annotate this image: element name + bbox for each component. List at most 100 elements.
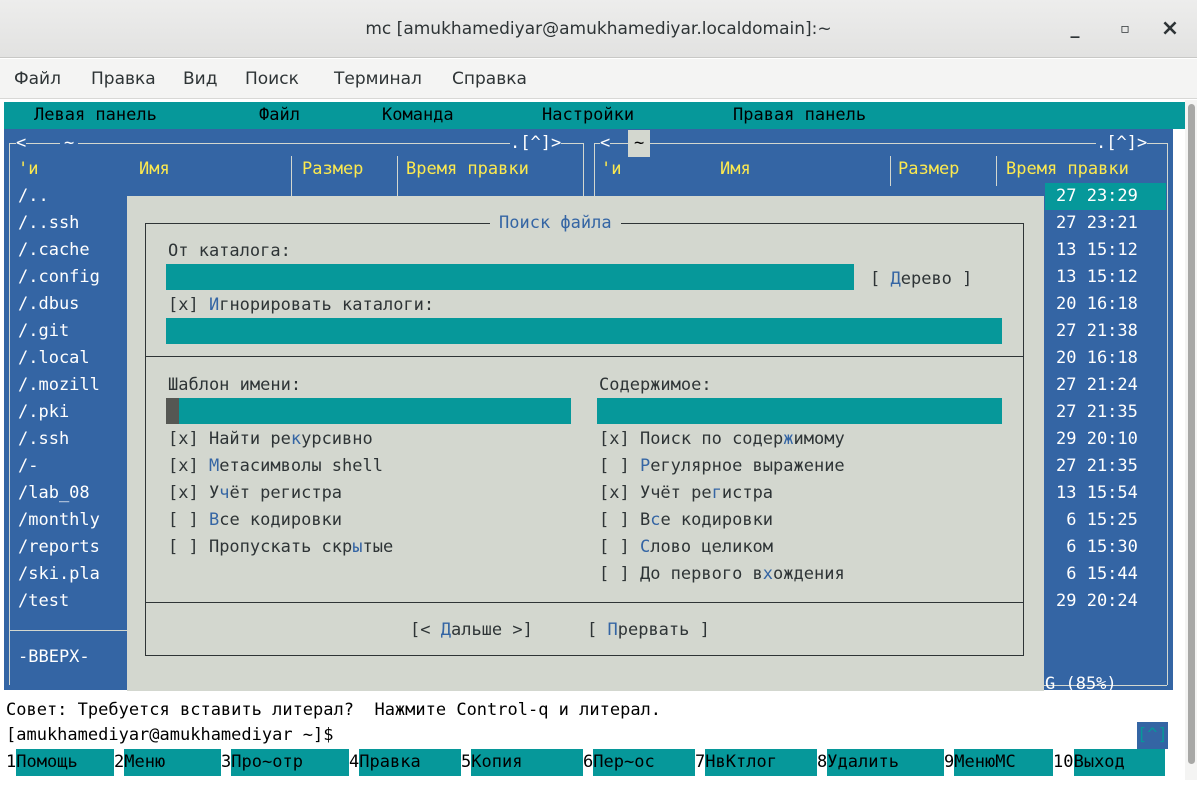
file-item[interactable]: /..ssh <box>18 210 79 237</box>
fkey-label-менюmc[interactable]: МенюMC <box>954 749 1053 776</box>
left-panel-hotlist[interactable]: .[^]> <box>510 130 562 157</box>
fkey-number[interactable]: 2 <box>114 749 125 776</box>
fkey-number[interactable]: 8 <box>817 749 828 776</box>
option-checkbox[interactable]: [x] Метасимволы shell <box>168 453 383 480</box>
file-item-time[interactable]: 6 15:30 <box>1056 534 1138 561</box>
option-checkbox[interactable]: [x] Учёт регистра <box>168 480 342 507</box>
fkey-number[interactable]: 7 <box>695 749 706 776</box>
fkey-label-пер~ос[interactable]: Пер~ос <box>593 749 695 776</box>
file-item[interactable]: /.pki <box>18 399 69 426</box>
file-item-time[interactable]: 27 21:35 <box>1056 399 1138 426</box>
minimize-icon[interactable]: _ <box>1060 14 1090 44</box>
menu-edit[interactable]: Правка <box>91 59 156 99</box>
right-panel-path: ~ <box>628 130 651 157</box>
close-icon[interactable]: × <box>1155 14 1185 44</box>
left-panel-col-size[interactable]: Размер <box>302 156 363 183</box>
option-checkbox[interactable]: [x] Поиск по содержимому <box>599 426 845 453</box>
file-item[interactable]: /lab_08 <box>18 480 90 507</box>
file-item-time[interactable]: 20 16:18 <box>1056 345 1138 372</box>
right-panel-col-name[interactable]: Имя <box>720 156 751 183</box>
fkey-label-удалить[interactable]: Удалить <box>827 749 944 776</box>
fkey-number[interactable]: 3 <box>221 749 232 776</box>
mc-menu-command[interactable]: Команда <box>382 102 454 129</box>
file-item[interactable]: /.config <box>18 264 100 291</box>
right-panel-disk-usage: G (85%) <box>1045 674 1117 694</box>
file-item-time[interactable]: 27 21:24 <box>1056 372 1138 399</box>
right-panel-col-time[interactable]: Время правки <box>1006 156 1129 183</box>
file-item[interactable]: /.dbus <box>18 291 79 318</box>
mc-menu-file[interactable]: Файл <box>259 102 300 129</box>
right-panel-col-size[interactable]: Размер <box>898 156 959 183</box>
fkey-number[interactable]: 9 <box>944 749 955 776</box>
file-item[interactable]: /.cache <box>18 237 90 264</box>
fkey-number[interactable]: 6 <box>583 749 594 776</box>
file-item-time[interactable]: 6 15:44 <box>1056 561 1138 588</box>
fkey-number[interactable]: 4 <box>349 749 360 776</box>
fkey-label-про~отр[interactable]: Про~отр <box>231 749 349 776</box>
file-item[interactable]: /ski.pla <box>18 561 100 588</box>
file-item-time[interactable]: 13 15:12 <box>1056 237 1138 264</box>
menu-file[interactable]: Файл <box>14 59 61 99</box>
file-item-time[interactable]: 27 21:38 <box>1056 318 1138 345</box>
fkey-label-выход[interactable]: Выход <box>1073 749 1165 776</box>
right-panel-hotlist[interactable]: .[^]> <box>1096 130 1148 157</box>
file-item[interactable]: /.local <box>18 345 90 372</box>
file-item[interactable]: /.. <box>18 183 49 210</box>
fkey-label-нвктлог[interactable]: НвКтлог <box>705 749 817 776</box>
cancel-button[interactable]: [ Прервать ] <box>587 617 710 644</box>
file-item[interactable]: /test <box>18 588 69 615</box>
file-item-time[interactable]: 20 16:18 <box>1056 291 1138 318</box>
fkey-label-правка[interactable]: Правка <box>359 749 461 776</box>
file-item-time[interactable]: 27 21:35 <box>1056 453 1138 480</box>
option-checkbox[interactable]: [ ] Все кодировки <box>168 507 342 534</box>
tree-button[interactable]: [ Дерево ] <box>870 266 972 293</box>
file-item[interactable]: /.ssh <box>18 426 69 453</box>
file-item[interactable]: /.git <box>18 318 69 345</box>
file-item[interactable]: /reports <box>18 534 100 561</box>
file-item-time[interactable]: 27 23:29 <box>1056 183 1138 210</box>
ignore-dirs-input[interactable] <box>166 318 1002 344</box>
file-item[interactable]: /monthly <box>18 507 100 534</box>
menu-search[interactable]: Поиск <box>245 59 299 99</box>
mc-menu-right-panel[interactable]: Правая панель <box>733 102 866 129</box>
mc-menu-options[interactable]: Настройки <box>542 102 634 129</box>
fkey-number[interactable]: 5 <box>461 749 472 776</box>
ignore-dirs-checkbox[interactable]: [x] Игнорировать каталоги: <box>168 292 434 319</box>
fkey-label-меню[interactable]: Меню <box>124 749 221 776</box>
option-checkbox[interactable]: [ ] Слово целиком <box>599 534 773 561</box>
option-checkbox[interactable]: [ ] Все кодировки <box>599 507 773 534</box>
option-checkbox[interactable]: [ ] До первого вхождения <box>599 561 845 588</box>
fkey-label-копия[interactable]: Копия <box>471 749 583 776</box>
menu-help[interactable]: Справка <box>452 59 527 99</box>
name-pattern-input[interactable] <box>166 398 571 424</box>
option-checkbox[interactable]: [ ] Пропускать скрытые <box>168 534 393 561</box>
option-checkbox[interactable]: [x] Учёт регистра <box>599 480 773 507</box>
menu-terminal[interactable]: Терминал <box>334 59 422 99</box>
left-panel-nav[interactable]: < <box>16 130 27 157</box>
option-checkbox[interactable]: [x] Найти рекурсивно <box>168 426 373 453</box>
shell-prompt[interactable]: [amukhamediyar@amukhamediyar ~]$ <box>6 722 334 749</box>
left-panel-col-name[interactable]: Имя <box>139 156 170 183</box>
left-panel-col-time[interactable]: Время правки <box>406 156 529 183</box>
file-item-time[interactable]: 27 23:21 <box>1056 210 1138 237</box>
menu-view[interactable]: Вид <box>183 59 217 99</box>
fkey-label-помощь[interactable]: Помощь <box>16 749 114 776</box>
right-panel-nav[interactable]: < <box>600 130 611 157</box>
maximize-icon[interactable]: ▫ <box>1110 14 1140 44</box>
mc-menu-left-panel[interactable]: Левая панель <box>34 102 157 129</box>
file-item[interactable]: /- <box>18 453 38 480</box>
prompt-hotlist[interactable]: [^] <box>1137 722 1168 749</box>
fkey-number[interactable]: 1 <box>6 749 17 776</box>
content-input[interactable] <box>597 398 1002 424</box>
fkey-number[interactable]: 10 <box>1053 749 1074 776</box>
file-item-time[interactable]: 6 15:25 <box>1056 507 1138 534</box>
file-item-time[interactable]: 29 20:10 <box>1056 426 1138 453</box>
scrollbar-thumb[interactable] <box>1188 104 1195 764</box>
start-dir-input[interactable] <box>166 264 854 290</box>
option-checkbox[interactable]: [ ] Регулярное выражение <box>599 453 845 480</box>
file-item-time[interactable]: 29 20:24 <box>1056 588 1138 615</box>
file-item[interactable]: /.mozill <box>18 372 100 399</box>
file-item-time[interactable]: 13 15:54 <box>1056 480 1138 507</box>
file-item-time[interactable]: 13 15:12 <box>1056 264 1138 291</box>
next-button[interactable]: [< Дальше >] <box>410 617 533 644</box>
